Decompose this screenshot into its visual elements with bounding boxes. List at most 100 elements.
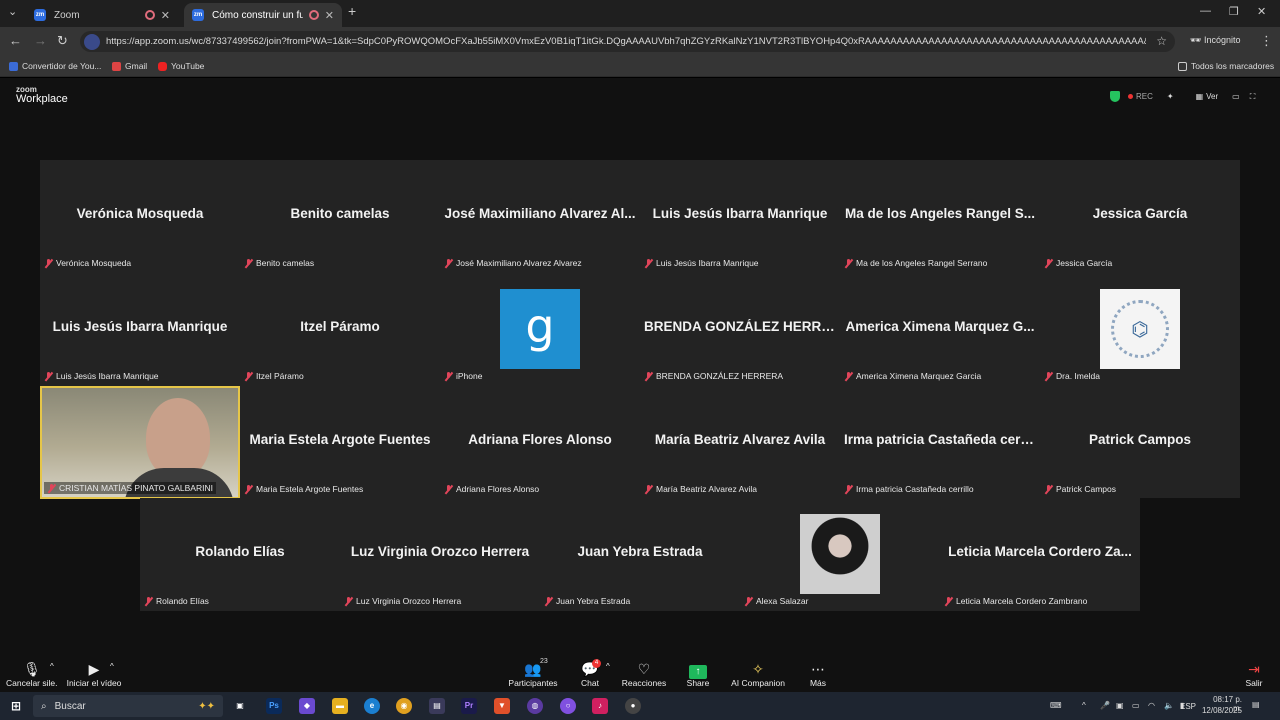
grid-view-icon[interactable]: ▦ — [1196, 92, 1204, 101]
chat-button[interactable]: 💬 4 Chat — [574, 659, 606, 688]
bookmark-label: Gmail — [125, 61, 148, 71]
participant-tile[interactable]: María Beatriz Alvarez Avila María Beatriz… — [640, 386, 840, 499]
premiere-icon[interactable]: Pr — [461, 698, 477, 714]
store-icon[interactable]: ▤ — [429, 698, 445, 714]
close-window-icon[interactable]: ✕ — [1257, 5, 1266, 18]
brave-icon[interactable]: ▼ — [494, 698, 510, 714]
participant-name-label: Benito camelas — [244, 258, 314, 268]
participant-name: Verónica Mosqueda — [56, 258, 132, 268]
start-video-button[interactable]: ▶ Iniciar el vídeo — [64, 660, 124, 688]
participant-tile[interactable]: ⌬ Dra. Imelda — [1040, 273, 1240, 386]
tray-app-icon[interactable]: ▣ — [1116, 701, 1124, 710]
back-icon[interactable]: ← — [9, 33, 22, 48]
share-button[interactable]: ↑ Share — [682, 660, 714, 688]
edge-icon[interactable]: e — [364, 698, 380, 714]
participant-tile[interactable]: Juan Yebra Estrada Juan Yebra Estrada — [540, 498, 740, 611]
tab-search-icon[interactable]: ⌄ — [8, 5, 17, 18]
participants-button[interactable]: 👥 23 Participantes — [508, 658, 558, 688]
all-bookmarks[interactable]: Todos los marcadores — [1178, 61, 1274, 71]
encryption-shield-icon[interactable] — [1110, 91, 1120, 102]
restore-icon[interactable]: ❐ — [1229, 5, 1239, 18]
copilot-icon[interactable]: ◆ — [299, 698, 315, 714]
keyboard-icon[interactable]: ⌨ — [1050, 701, 1062, 710]
app-circle-icon[interactable]: ○ — [560, 698, 576, 714]
view-button[interactable]: Ver — [1206, 92, 1218, 101]
participant-tile[interactable]: Itzel Páramo Itzel Páramo — [240, 273, 440, 386]
ai-companion-label: AI Companion — [731, 678, 785, 688]
participant-tile[interactable]: Verónica Mosqueda Verónica Mosqueda — [40, 160, 240, 273]
chat-options-chevron-icon[interactable]: ^ — [606, 662, 610, 671]
clock-date[interactable]: 12/08/2025 — [1198, 706, 1242, 715]
volume-icon[interactable]: 🔈 — [1164, 701, 1174, 710]
leave-button[interactable]: ⇥ Salir — [1240, 660, 1268, 688]
participant-name-display: Luz Virginia Orozco Herrera — [350, 544, 530, 559]
network-icon[interactable]: ▭ — [1132, 701, 1140, 710]
bookmark-youtube[interactable]: YouTube — [158, 61, 204, 71]
address-bar[interactable]: https://app.zoom.us/wc/87337499562/join?… — [80, 31, 1175, 52]
chrome-icon[interactable]: ◉ — [396, 698, 412, 714]
wifi-icon[interactable]: ◠ — [1148, 701, 1155, 710]
ai-companion-button[interactable]: ✧ AI Companion — [728, 660, 788, 688]
participant-tile[interactable]: Alexa Salazar — [740, 498, 940, 611]
reactions-label: Reacciones — [621, 678, 667, 688]
bookmark-star-icon[interactable]: ☆ — [1156, 34, 1167, 48]
incognito-indicator[interactable]: 🕶 Incógnito — [1190, 35, 1240, 46]
task-view-icon[interactable]: ▣ — [232, 698, 248, 714]
app-icon[interactable]: ◍ — [527, 698, 543, 714]
participant-tile[interactable]: Irma patricia Castañeda cerr... Irma patr… — [840, 386, 1040, 499]
participant-tile[interactable]: g iPhone — [440, 273, 640, 386]
minimize-icon[interactable]: — — [1200, 5, 1211, 17]
participant-tile[interactable]: Luis Jesús Ibarra Manrique Luis Jesús Iba… — [640, 160, 840, 273]
language-indicator[interactable]: ESP — [1180, 702, 1196, 711]
file-explorer-icon[interactable]: ▬ — [332, 698, 348, 714]
video-options-chevron-icon[interactable]: ^ — [110, 662, 114, 671]
notifications-icon[interactable]: ▤ — [1252, 700, 1260, 709]
close-tab-icon[interactable]: ✕ — [325, 9, 334, 22]
sparkle-icon[interactable]: ✦ — [1167, 92, 1174, 101]
search-label: Buscar — [54, 700, 86, 712]
mic-tray-icon[interactable]: 🎤 — [1100, 701, 1110, 710]
participant-tile[interactable]: José Maximiliano Alvarez Al... José Maxim… — [440, 160, 640, 273]
tiktok-icon[interactable]: ♪ — [592, 698, 608, 714]
audio-options-chevron-icon[interactable]: ^ — [50, 662, 54, 671]
participant-tile[interactable]: Maria Estela Argote Fuentes Maria Estela … — [240, 386, 440, 499]
photoshop-icon[interactable]: Ps — [266, 698, 282, 714]
rec-label[interactable]: REC — [1136, 92, 1153, 101]
windows-start-icon[interactable]: ⊞ — [8, 698, 24, 714]
participant-tile[interactable]: Luz Virginia Orozco Herrera Luz Virginia … — [340, 498, 540, 611]
taskbar-search[interactable]: ⌕ Buscar ✦✦ — [33, 695, 223, 717]
close-tab-icon[interactable]: ✕ — [161, 9, 170, 22]
participant-tile[interactable]: Adriana Flores Alonso Adriana Flores Alon… — [440, 386, 640, 499]
forward-icon[interactable]: → — [34, 33, 47, 48]
new-tab-icon[interactable]: + — [348, 3, 356, 19]
more-button[interactable]: ⋯ Más — [804, 660, 832, 688]
participant-tile[interactable]: Rolando Elías Rolando Elías — [140, 498, 340, 611]
pip-icon[interactable]: ▭ — [1232, 92, 1240, 101]
tab-meeting[interactable]: zm Cómo construir un futuro e ✕ — [184, 3, 342, 27]
participant-tile[interactable]: Patrick Campos Patrick Campos — [1040, 386, 1240, 499]
participant-tile[interactable]: Luis Jesús Ibarra Manrique Luis Jesús Iba… — [40, 273, 240, 386]
reload-icon[interactable]: ↻ — [57, 33, 68, 49]
site-info-icon[interactable] — [84, 33, 100, 50]
fullscreen-icon[interactable]: ⛶ — [1250, 92, 1256, 102]
participant-tile[interactable]: CRISTIAN MATÍAS PINATO GALBARINI — [40, 386, 240, 499]
participant-tile[interactable]: Ma de los Angeles Rangel S... Ma de los A… — [840, 160, 1040, 273]
share-screen-icon: ↑ — [689, 665, 707, 679]
participant-tile[interactable]: Jessica García Jessica García — [1040, 160, 1240, 273]
tab-zoom[interactable]: zm Zoom ✕ — [26, 3, 178, 27]
muted-mic-icon — [644, 371, 653, 381]
participant-tile[interactable]: BRENDA GONZÁLEZ HERRE... BRENDA GONZÁLEZ … — [640, 273, 840, 386]
bookmark-gmail[interactable]: Gmail — [112, 61, 147, 71]
reactions-button[interactable]: ♡ Reacciones — [620, 660, 668, 688]
participant-name: Ma de los Angeles Rangel Serrano — [856, 258, 988, 268]
muted-mic-icon — [344, 596, 353, 606]
bookmark-convertidor[interactable]: Convertidor de You... — [9, 61, 101, 71]
zoom-favicon-icon: zm — [192, 9, 204, 21]
recorder-icon[interactable]: ● — [625, 698, 641, 714]
participant-tile[interactable]: America Ximena Marquez G... America Ximen… — [840, 273, 1040, 386]
participant-tile[interactable]: Benito camelas Benito camelas — [240, 160, 440, 273]
browser-menu-icon[interactable]: ⋮ — [1260, 33, 1273, 49]
participant-tile[interactable]: Leticia Marcela Cordero Za... Leticia Mar… — [940, 498, 1140, 611]
tray-chevron-icon[interactable]: ^ — [1082, 701, 1086, 710]
muted-mic-icon — [1044, 371, 1053, 381]
